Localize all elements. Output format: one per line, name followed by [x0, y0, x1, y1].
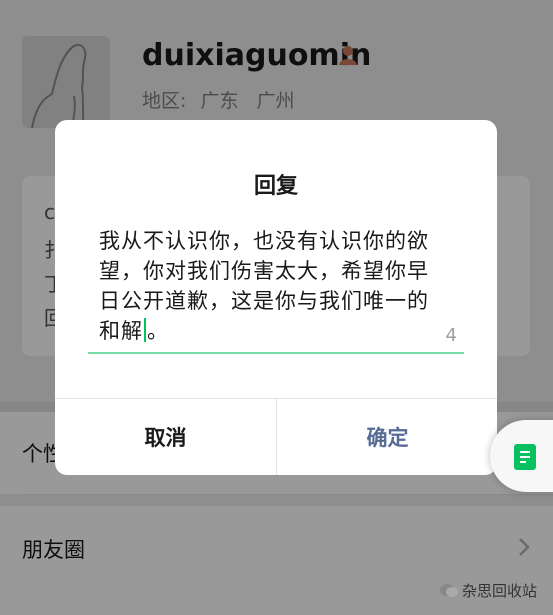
wechat-logo-icon	[440, 583, 458, 597]
reply-input[interactable]: 我从不认识你，也没有认识你的欲望，你对我们伤害太大，希望你早日公开道歉，这是你与…	[99, 226, 429, 346]
watermark: 杂思回收站	[440, 580, 537, 601]
reply-text-after-caret: 。	[147, 319, 169, 343]
cancel-button[interactable]: 取消	[55, 398, 276, 475]
text-caret	[144, 318, 146, 342]
document-lines-icon	[520, 451, 530, 463]
input-underline	[88, 352, 464, 354]
char-count: 4	[445, 325, 457, 346]
floating-tab[interactable]	[490, 420, 553, 492]
reply-dialog: 回复 我从不认识你，也没有认识你的欲望，你对我们伤害太大，希望你早日公开道歉，这…	[55, 120, 497, 475]
dialog-title: 回复	[253, 174, 298, 199]
document-icon	[514, 444, 536, 470]
watermark-text: 杂思回收站	[462, 582, 538, 600]
confirm-button[interactable]: 确定	[277, 398, 497, 475]
